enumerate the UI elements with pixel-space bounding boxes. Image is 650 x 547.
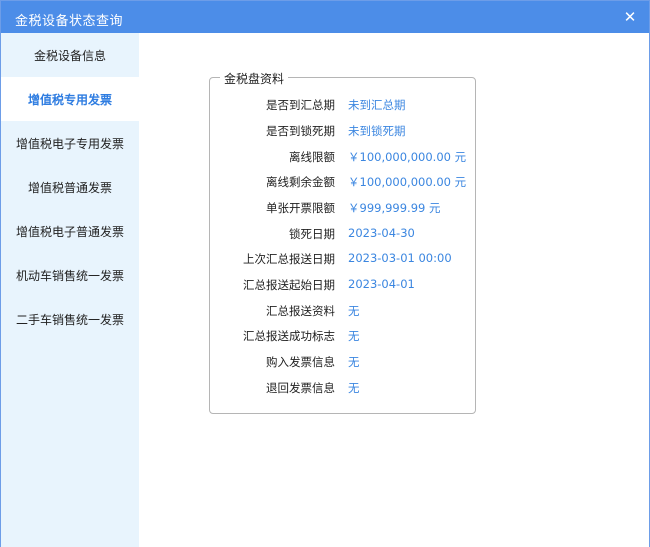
row-label: 购入发票信息 xyxy=(266,355,335,369)
sidebar-item-vat-ordinary-invoice[interactable]: 增值税普通发票 xyxy=(1,165,139,209)
info-row: 离线限额 ￥100,000,000.00 元 xyxy=(210,149,477,167)
sidebar-item-vat-electronic-special-invoice[interactable]: 增值税电子专用发票 xyxy=(1,121,139,165)
row-value: 未到锁死期 xyxy=(348,124,406,138)
groupbox-title: 金税盘资料 xyxy=(220,70,289,87)
row-value: 无 xyxy=(348,355,360,369)
info-row: 是否到汇总期 未到汇总期 xyxy=(210,97,477,115)
sidebar-item-label: 增值税电子普通发票 xyxy=(15,224,124,239)
row-value: 2023-04-01 xyxy=(348,277,415,291)
row-label: 是否到汇总期 xyxy=(266,98,335,112)
info-row: 离线剩余金额 ￥100,000,000.00 元 xyxy=(210,174,477,192)
row-value: 未到汇总期 xyxy=(348,98,406,112)
info-row: 上次汇总报送日期 2023-03-01 00:00 xyxy=(210,251,477,269)
close-icon[interactable]: ✕ xyxy=(611,1,649,33)
row-label: 汇总报送资料 xyxy=(266,304,335,318)
info-row: 锁死日期 2023-04-30 xyxy=(210,226,477,244)
info-row: 购入发票信息 无 xyxy=(210,354,477,372)
sidebar: 金税设备信息 增值税专用发票 增值税电子专用发票 增值税普通发票 增值税电子普通… xyxy=(1,33,139,547)
main-content: 金税盘资料 是否到汇总期 未到汇总期 是否到锁死期 未到锁死期 离线限额 ￥10… xyxy=(139,33,649,547)
tax-disk-info-groupbox: 金税盘资料 是否到汇总期 未到汇总期 是否到锁死期 未到锁死期 离线限额 ￥10… xyxy=(209,70,477,414)
row-label: 单张开票限额 xyxy=(266,201,335,215)
sidebar-item-label: 增值税普通发票 xyxy=(27,180,112,195)
window-title: 金税设备状态查询 xyxy=(15,14,124,29)
row-label: 锁死日期 xyxy=(289,227,335,241)
sidebar-item-tax-device-info[interactable]: 金税设备信息 xyxy=(1,33,139,77)
sidebar-item-used-car-invoice[interactable]: 二手车销售统一发票 xyxy=(1,297,139,341)
row-value: ￥100,000,000.00 元 xyxy=(348,175,467,189)
row-label: 是否到锁死期 xyxy=(266,124,335,138)
sidebar-item-label: 增值税专用发票 xyxy=(27,92,112,107)
row-label: 汇总报送起始日期 xyxy=(243,278,335,292)
row-label: 离线限额 xyxy=(289,150,335,164)
row-value: 无 xyxy=(348,304,360,318)
sidebar-item-vat-special-invoice[interactable]: 增值税专用发票 xyxy=(1,77,139,121)
info-row: 汇总报送起始日期 2023-04-01 xyxy=(210,277,477,295)
row-value: 2023-04-30 xyxy=(348,226,415,240)
dialog-window: 金税设备状态查询 ✕ 金税设备信息 增值税专用发票 增值税电子专用发票 增值税普… xyxy=(0,0,650,547)
sidebar-item-label: 金税设备信息 xyxy=(33,48,106,63)
info-row: 单张开票限额 ￥999,999.99 元 xyxy=(210,200,477,218)
row-label: 离线剩余金额 xyxy=(266,175,335,189)
row-value: 无 xyxy=(348,329,360,343)
row-value: 2023-03-01 00:00 xyxy=(348,251,452,265)
sidebar-item-motor-vehicle-invoice[interactable]: 机动车销售统一发票 xyxy=(1,253,139,297)
row-value: ￥100,000,000.00 元 xyxy=(348,150,467,164)
info-row: 退回发票信息 无 xyxy=(210,380,477,398)
title-bar[interactable]: 金税设备状态查询 ✕ xyxy=(1,1,649,33)
sidebar-item-label: 二手车销售统一发票 xyxy=(15,312,124,327)
row-label: 汇总报送成功标志 xyxy=(243,329,335,343)
info-row: 是否到锁死期 未到锁死期 xyxy=(210,123,477,141)
row-value: 无 xyxy=(348,381,360,395)
info-row: 汇总报送成功标志 无 xyxy=(210,328,477,346)
row-label: 退回发票信息 xyxy=(266,381,335,395)
sidebar-item-vat-electronic-ordinary-invoice[interactable]: 增值税电子普通发票 xyxy=(1,209,139,253)
sidebar-item-label: 增值税电子专用发票 xyxy=(15,136,124,151)
sidebar-item-label: 机动车销售统一发票 xyxy=(15,268,124,283)
info-row: 汇总报送资料 无 xyxy=(210,303,477,321)
row-value: ￥999,999.99 元 xyxy=(348,201,441,215)
row-label: 上次汇总报送日期 xyxy=(243,252,335,266)
